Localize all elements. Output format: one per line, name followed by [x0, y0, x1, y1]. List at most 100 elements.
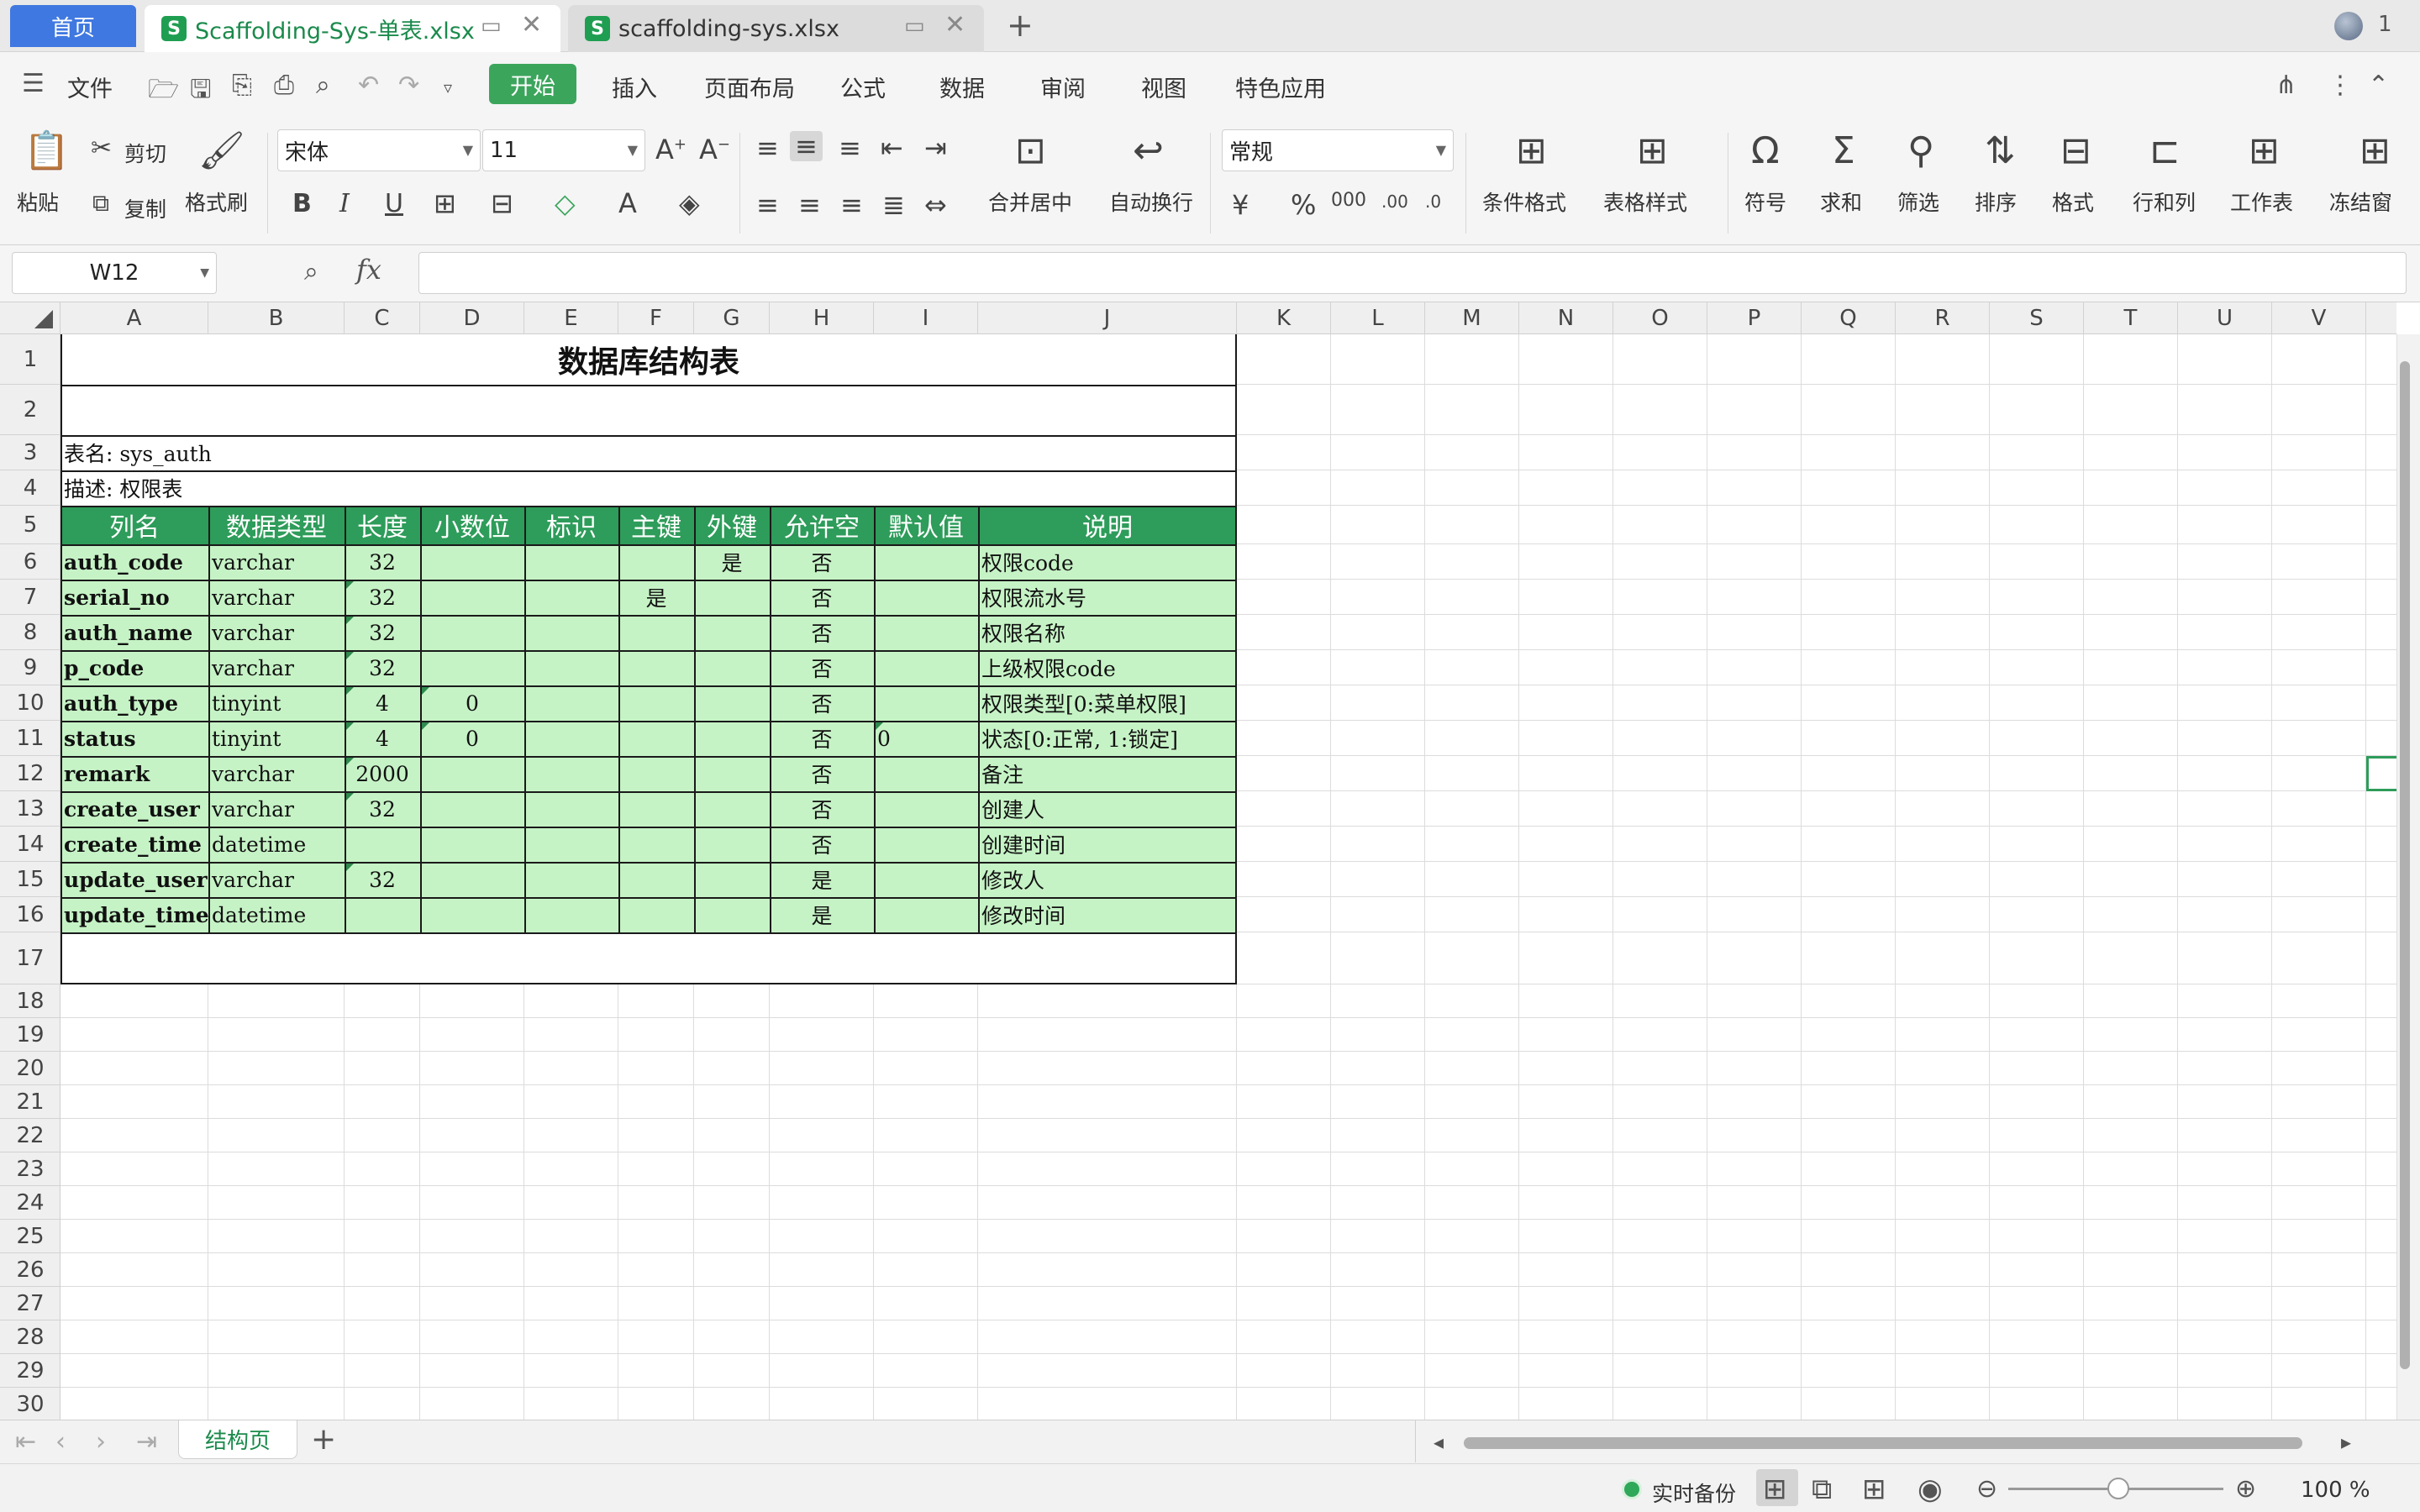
column-title-3[interactable]: 小数位 — [420, 506, 524, 544]
table-cell[interactable] — [420, 615, 524, 650]
field-name-cell[interactable]: status — [60, 721, 208, 756]
cut-button[interactable]: 剪切 — [124, 138, 166, 168]
align-center-icon[interactable]: ≡ — [798, 192, 821, 218]
tab-document-1[interactable]: S Scaffolding-Sys-单表.xlsx ▭ ✕ — [145, 5, 560, 52]
cell-style-icon[interactable]: ⊟ — [491, 190, 513, 217]
field-name-cell[interactable]: update_user — [60, 862, 208, 897]
table-cell[interactable]: 2000 — [345, 756, 420, 791]
table-cell[interactable] — [420, 580, 524, 615]
decrease-decimal-icon[interactable]: .0 — [1425, 193, 1441, 210]
table-cell[interactable]: varchar — [208, 756, 345, 791]
close-tab-icon[interactable]: ✕ — [521, 10, 542, 39]
table-cell[interactable] — [345, 827, 420, 862]
currency-icon[interactable]: ¥ — [1232, 192, 1249, 218]
rows-cols-icon[interactable]: ⊏ — [2149, 133, 2181, 170]
menu-view[interactable]: 视图 — [1141, 71, 1186, 103]
table-cell[interactable] — [618, 897, 694, 932]
table-cell[interactable]: 4 — [345, 721, 420, 756]
scroll-left-icon[interactable]: ◂ — [1434, 1431, 1444, 1454]
menu-file[interactable]: 文件 — [67, 71, 113, 103]
format-painter-button[interactable]: 格式刷 — [185, 186, 248, 217]
row-header-3[interactable]: 3 — [0, 435, 60, 470]
column-title-7[interactable]: 允许空 — [770, 506, 874, 544]
table-cell[interactable]: 0 — [874, 721, 978, 756]
column-header-H[interactable]: H — [770, 302, 874, 334]
worksheet-icon[interactable]: ⊞ — [2249, 133, 2280, 170]
table-cell[interactable] — [524, 862, 618, 897]
formula-input[interactable] — [418, 252, 2407, 294]
table-cell[interactable] — [345, 897, 420, 932]
paste-button[interactable]: 粘贴 — [17, 186, 59, 217]
field-name-cell[interactable]: auth_type — [60, 685, 208, 721]
tab-document-2[interactable]: S scaffolding-sys.xlsx ▭ ✕ — [568, 5, 984, 52]
column-header-E[interactable]: E — [524, 302, 618, 334]
menu-review[interactable]: 审阅 — [1040, 71, 1086, 103]
table-cell[interactable] — [618, 862, 694, 897]
table-cell[interactable] — [874, 897, 978, 932]
borders-icon[interactable]: ⊞ — [434, 190, 456, 217]
symbol-button[interactable]: 符号 — [1744, 186, 1786, 217]
prev-sheet-icon[interactable]: ‹ — [55, 1427, 66, 1457]
table-cell[interactable] — [874, 544, 978, 580]
row-header-27[interactable]: 27 — [0, 1287, 60, 1320]
row-header-14[interactable]: 14 — [0, 827, 60, 862]
copy-icon[interactable]: ⧉ — [92, 192, 109, 215]
table-cell[interactable]: 0 — [420, 721, 524, 756]
table-cell[interactable]: 32 — [345, 615, 420, 650]
table-cell[interactable] — [874, 615, 978, 650]
increase-indent-icon[interactable]: ⇥ — [924, 134, 947, 161]
bold-button[interactable]: B — [292, 192, 312, 217]
table-cell[interactable] — [874, 791, 978, 827]
insert-function-button[interactable]: fx — [356, 254, 381, 286]
field-name-cell[interactable]: create_user — [60, 791, 208, 827]
backup-status-label[interactable]: 实时备份 — [1652, 1478, 1736, 1508]
table-style-icon[interactable]: ⊞ — [1637, 133, 1668, 170]
column-header-V[interactable]: V — [2272, 302, 2366, 334]
select-all-corner[interactable] — [0, 302, 60, 334]
sum-button[interactable]: 求和 — [1820, 186, 1862, 217]
field-name-cell[interactable]: auth_name — [60, 615, 208, 650]
zoom-level[interactable]: 100 % — [2301, 1478, 2370, 1503]
table-cell[interactable]: 是 — [770, 897, 874, 932]
print-icon[interactable]: ⎙ — [274, 71, 294, 100]
align-right-icon[interactable]: ≡ — [840, 192, 863, 218]
table-cell[interactable]: varchar — [208, 615, 345, 650]
table-cell[interactable] — [694, 650, 770, 685]
table-cell[interactable]: 32 — [345, 791, 420, 827]
table-cell[interactable] — [694, 897, 770, 932]
table-cell[interactable] — [694, 580, 770, 615]
italic-button[interactable]: I — [339, 192, 350, 217]
row-header-5[interactable]: 5 — [0, 506, 60, 544]
fill-color-icon[interactable]: ◇ — [555, 190, 576, 217]
table-cell[interactable] — [874, 756, 978, 791]
table-cell[interactable] — [694, 615, 770, 650]
pin-window-icon[interactable]: ▭ — [481, 13, 502, 39]
column-header-M[interactable]: M — [1425, 302, 1519, 334]
table-cell[interactable] — [524, 791, 618, 827]
table-cell[interactable]: 4 — [345, 685, 420, 721]
table-cell[interactable]: 否 — [770, 615, 874, 650]
column-header-B[interactable]: B — [208, 302, 345, 334]
underline-button[interactable]: U — [385, 192, 403, 217]
column-header-N[interactable]: N — [1519, 302, 1613, 334]
menu-insert[interactable]: 插入 — [612, 71, 657, 103]
menu-formulas[interactable]: 公式 — [840, 71, 886, 103]
increase-font-icon[interactable]: A+ — [655, 136, 687, 163]
undo-icon[interactable]: ↶ — [358, 71, 379, 100]
row-header-29[interactable]: 29 — [0, 1354, 60, 1388]
justify-icon[interactable]: ≣ — [882, 192, 905, 218]
table-cell[interactable]: varchar — [208, 862, 345, 897]
table-cell[interactable] — [694, 827, 770, 862]
column-title-4[interactable]: 标识 — [524, 506, 618, 544]
field-name-cell[interactable]: auth_code — [60, 544, 208, 580]
table-cell[interactable]: 32 — [345, 580, 420, 615]
more-options-icon[interactable]: ⋮ — [2328, 71, 2353, 100]
table-cell[interactable] — [420, 862, 524, 897]
table-cell[interactable] — [524, 827, 618, 862]
column-title-6[interactable]: 外键 — [694, 506, 770, 544]
menu-page-layout[interactable]: 页面布局 — [704, 71, 795, 103]
column-header-J[interactable]: J — [978, 302, 1237, 334]
wrap-text-icon[interactable]: ↩ — [1133, 133, 1164, 170]
eye-protection-icon[interactable]: ◉ — [1918, 1473, 1943, 1506]
table-cell[interactable]: 0 — [420, 685, 524, 721]
